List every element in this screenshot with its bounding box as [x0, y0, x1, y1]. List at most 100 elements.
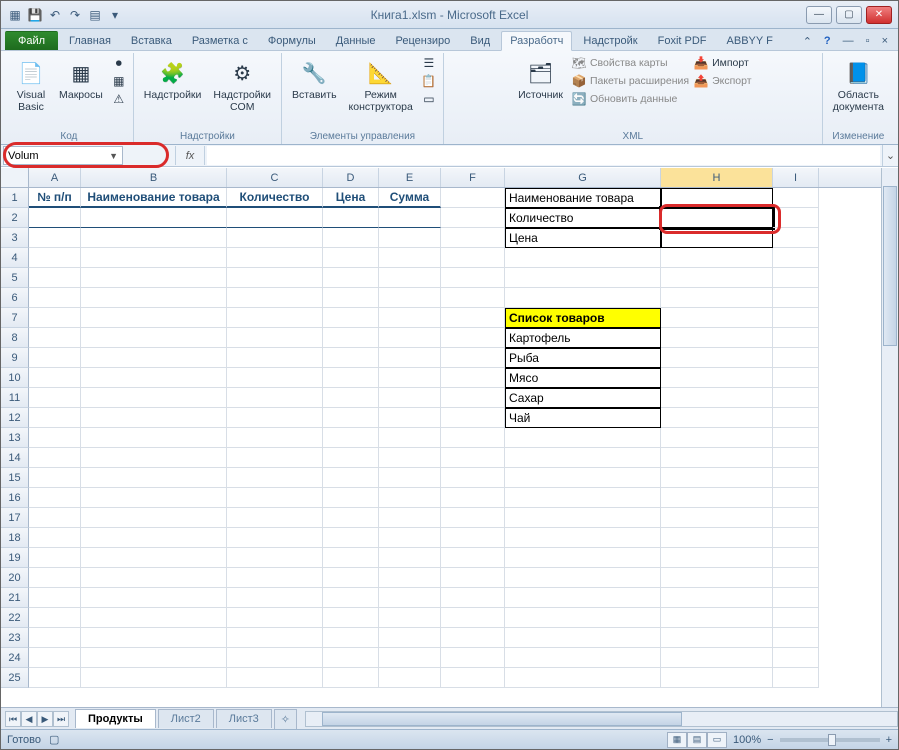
cell-A19[interactable]	[29, 548, 81, 568]
cell-G11[interactable]: Сахар	[505, 388, 661, 408]
doc-minimize-icon[interactable]: —	[839, 33, 858, 50]
cell-D3[interactable]	[323, 228, 379, 248]
cell-C20[interactable]	[227, 568, 323, 588]
cell-I6[interactable]	[773, 288, 819, 308]
cell-H25[interactable]	[661, 668, 773, 688]
cell-C18[interactable]	[227, 528, 323, 548]
row-header-1[interactable]: 1	[1, 188, 29, 208]
zoom-slider[interactable]	[780, 738, 880, 742]
cell-G16[interactable]	[505, 488, 661, 508]
cell-C7[interactable]	[227, 308, 323, 328]
row-header-13[interactable]: 13	[1, 428, 29, 448]
cell-F4[interactable]	[441, 248, 505, 268]
cell-C4[interactable]	[227, 248, 323, 268]
col-header-F[interactable]: F	[441, 168, 505, 187]
cell-E1[interactable]: Сумма	[379, 188, 441, 208]
cell-H24[interactable]	[661, 648, 773, 668]
cell-B16[interactable]	[81, 488, 227, 508]
col-header-E[interactable]: E	[379, 168, 441, 187]
cell-F6[interactable]	[441, 288, 505, 308]
col-header-G[interactable]: G	[505, 168, 661, 187]
cell-G19[interactable]	[505, 548, 661, 568]
cell-G7[interactable]: Список товаров	[505, 308, 661, 328]
sheet-nav-prev-icon[interactable]: ◀	[21, 711, 37, 727]
cell-E20[interactable]	[379, 568, 441, 588]
cell-F21[interactable]	[441, 588, 505, 608]
cell-E23[interactable]	[379, 628, 441, 648]
cell-E16[interactable]	[379, 488, 441, 508]
row-header-21[interactable]: 21	[1, 588, 29, 608]
macro-security-button[interactable]: ⚠	[111, 91, 127, 107]
cell-E9[interactable]	[379, 348, 441, 368]
tab-foxit[interactable]: Foxit PDF	[649, 31, 716, 50]
macro-record-icon[interactable]: ▢	[49, 733, 59, 746]
cell-F11[interactable]	[441, 388, 505, 408]
doc-restore-icon[interactable]: ▫	[862, 33, 874, 50]
row-header-15[interactable]: 15	[1, 468, 29, 488]
row-header-11[interactable]: 11	[1, 388, 29, 408]
cell-D24[interactable]	[323, 648, 379, 668]
zoom-in-icon[interactable]: +	[886, 734, 892, 746]
cell-B8[interactable]	[81, 328, 227, 348]
cell-I15[interactable]	[773, 468, 819, 488]
zoom-thumb[interactable]	[828, 734, 836, 746]
cell-B22[interactable]	[81, 608, 227, 628]
row-header-9[interactable]: 9	[1, 348, 29, 368]
row-header-22[interactable]: 22	[1, 608, 29, 628]
cell-H16[interactable]	[661, 488, 773, 508]
zoom-level[interactable]: 100%	[733, 734, 761, 746]
cell-I14[interactable]	[773, 448, 819, 468]
row-header-4[interactable]: 4	[1, 248, 29, 268]
cell-A13[interactable]	[29, 428, 81, 448]
com-addins-button[interactable]: ⚙ Надстройки COM	[209, 55, 275, 115]
cell-G8[interactable]: Картофель	[505, 328, 661, 348]
macros-button[interactable]: ▦ Макросы	[55, 55, 107, 103]
cell-D8[interactable]	[323, 328, 379, 348]
vertical-scrollbar[interactable]	[881, 168, 898, 707]
cell-B3[interactable]	[81, 228, 227, 248]
view-normal-icon[interactable]: ▦	[667, 732, 687, 748]
col-header-H[interactable]: H	[661, 168, 773, 187]
cell-H3[interactable]	[661, 228, 773, 248]
tab-page-layout[interactable]: Разметка с	[183, 31, 257, 50]
cell-B24[interactable]	[81, 648, 227, 668]
cell-A1[interactable]: № п/п	[29, 188, 81, 208]
cell-C17[interactable]	[227, 508, 323, 528]
cell-C1[interactable]: Количество	[227, 188, 323, 208]
cell-D13[interactable]	[323, 428, 379, 448]
qat-extra-icon[interactable]: ▤	[87, 7, 103, 23]
cell-I8[interactable]	[773, 328, 819, 348]
cell-I4[interactable]	[773, 248, 819, 268]
addins-button[interactable]: 🧩 Надстройки	[140, 55, 206, 103]
cell-E2[interactable]	[379, 208, 441, 228]
cell-I17[interactable]	[773, 508, 819, 528]
cell-B4[interactable]	[81, 248, 227, 268]
cell-H23[interactable]	[661, 628, 773, 648]
cell-A18[interactable]	[29, 528, 81, 548]
cell-I16[interactable]	[773, 488, 819, 508]
cell-G1[interactable]: Наименование товара	[505, 188, 661, 208]
cell-G5[interactable]	[505, 268, 661, 288]
cell-D17[interactable]	[323, 508, 379, 528]
cell-C9[interactable]	[227, 348, 323, 368]
view-code-button[interactable]: 📋	[421, 73, 437, 89]
cell-C3[interactable]	[227, 228, 323, 248]
cell-F14[interactable]	[441, 448, 505, 468]
cell-C8[interactable]	[227, 328, 323, 348]
cell-E18[interactable]	[379, 528, 441, 548]
cell-F22[interactable]	[441, 608, 505, 628]
cell-D2[interactable]	[323, 208, 379, 228]
cell-E19[interactable]	[379, 548, 441, 568]
cell-I25[interactable]	[773, 668, 819, 688]
cell-E4[interactable]	[379, 248, 441, 268]
cell-A14[interactable]	[29, 448, 81, 468]
cell-G25[interactable]	[505, 668, 661, 688]
cell-A2[interactable]	[29, 208, 81, 228]
col-header-B[interactable]: B	[81, 168, 227, 187]
cell-I10[interactable]	[773, 368, 819, 388]
cell-I19[interactable]	[773, 548, 819, 568]
cell-I22[interactable]	[773, 608, 819, 628]
cell-H20[interactable]	[661, 568, 773, 588]
cell-F5[interactable]	[441, 268, 505, 288]
cell-H10[interactable]	[661, 368, 773, 388]
